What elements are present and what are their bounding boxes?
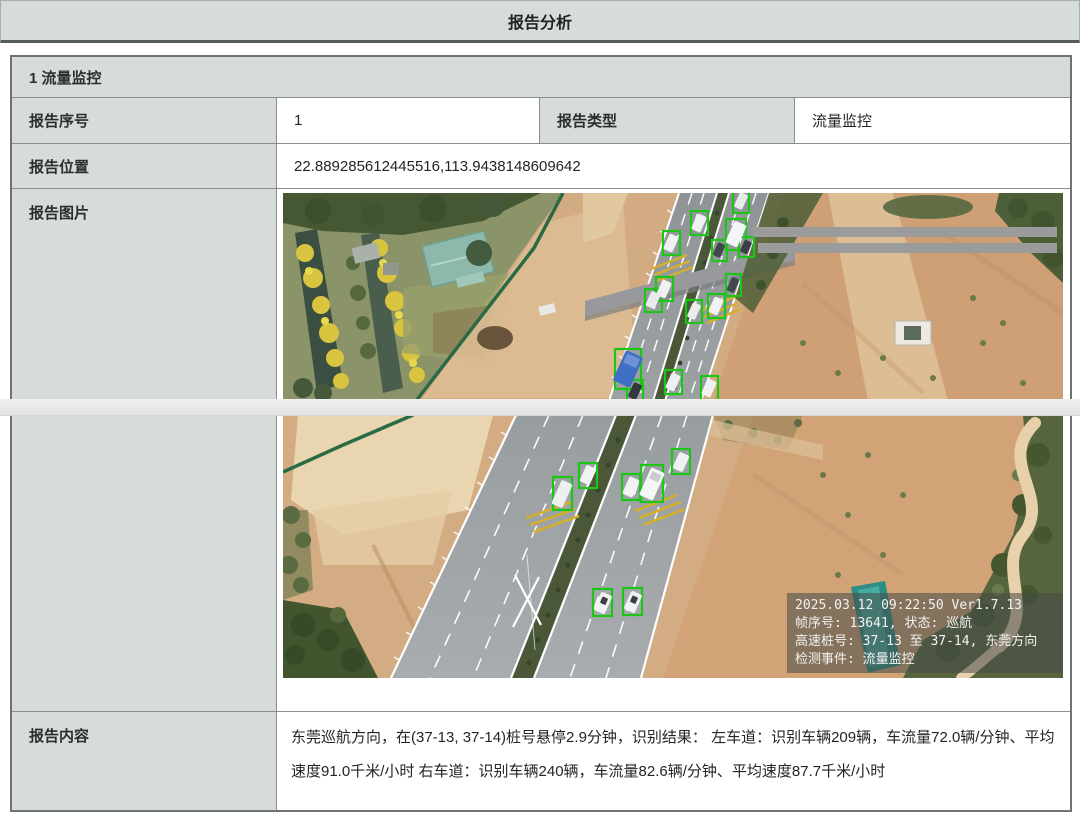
report-photo-upper (283, 193, 1063, 401)
page-header: 报告分析 (0, 0, 1080, 43)
video-watermark: 2025.03.12 09:22:50 Ver1.7.13 帧序号: 13641… (787, 593, 1063, 673)
section-title: 1 流量监控 (12, 57, 1070, 98)
watermark-event: 检测事件: 流量监控 (795, 651, 1055, 669)
watermark-stake-range: 高速桩号: 37-13 至 37-14, 东莞方向 (795, 633, 1055, 651)
report-image-label: 报告图片 (12, 189, 277, 712)
watermark-frame-status: 帧序号: 13641, 状态: 巡航 (795, 615, 1055, 633)
report-content-value: 东莞巡航方向，在(37-13, 37-14)桩号悬停2.9分钟，识别结果： 左车… (277, 712, 1070, 810)
report-content-label: 报告内容 (12, 712, 277, 810)
page-title: 报告分析 (508, 9, 572, 33)
report-type-label: 报告类型 (540, 98, 795, 144)
report-analysis-page: 报告分析 1 流量监控 报告序号 1 报告类型 流量监控 报告位置 22.889… (0, 0, 1080, 814)
screenshot-seam-band (0, 399, 1080, 416)
report-location-value: 22.889285612445516,113.9438148609642 (277, 144, 1070, 189)
report-type-value: 流量监控 (795, 98, 1070, 144)
report-location-label: 报告位置 (12, 144, 277, 189)
report-number-value: 1 (277, 98, 540, 144)
report-number-label: 报告序号 (12, 98, 277, 144)
watermark-timestamp: 2025.03.12 09:22:50 Ver1.7.13 (795, 597, 1055, 615)
